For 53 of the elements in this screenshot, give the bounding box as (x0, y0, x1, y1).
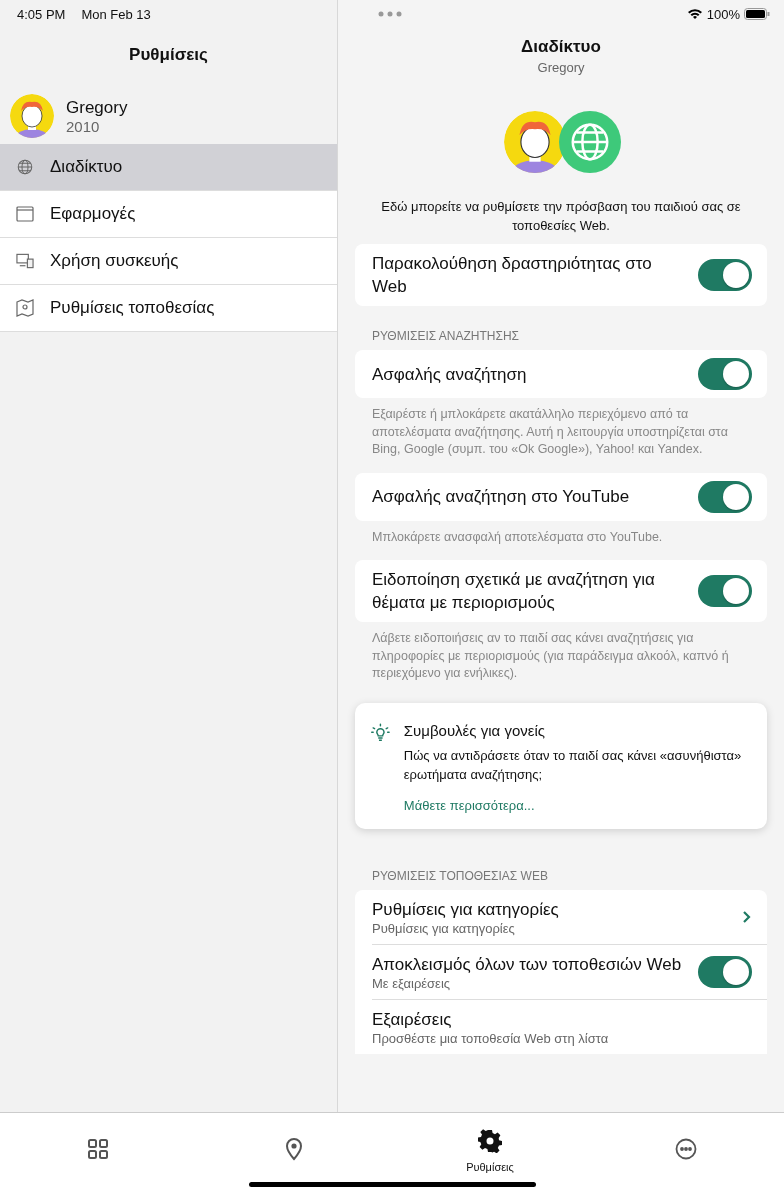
toggle-switch[interactable] (698, 480, 752, 513)
settings-row[interactable]: Εξαιρέσεις Προσθέστε μια τοποθεσία Web στη λίστα (372, 998, 767, 1054)
row-subtitle: Με εξαιρέσεις (372, 975, 452, 992)
settings-icon (478, 1128, 502, 1153)
map-pin-icon (16, 299, 34, 317)
toggle-switch[interactable] (698, 358, 752, 390)
dashboard-icon (87, 1138, 109, 1160)
devices-icon (16, 253, 34, 269)
row-title: Ρυθμίσεις για κατηγορίες (372, 898, 559, 921)
toggle-switch[interactable] (698, 259, 752, 291)
sidebar-title: Ρυθμίσεις (128, 44, 209, 66)
setting-label: Ειδοποίηση σχετικά με αναζήτηση για θέματα με περιορισμούς (372, 569, 656, 614)
date-text: Mon Feb 13 (81, 6, 151, 22)
tip-title: Συμβουλές για γονείς (403, 721, 546, 739)
page-title: Διαδίκτυο (520, 36, 602, 57)
globe-icon (16, 158, 34, 176)
avatar-icon (10, 94, 54, 138)
setting-note: Εξαιρέστε ή μπλοκάρετε ακατάλληλο περιεχόμενο από τα αποτελέσματα αναζήτησης. Αυτή η λειτουργία υποστηρίζεται στα Bing, Google (συμπ. του «Ok Google»), Yahoo! και Yandex. (372, 406, 729, 458)
window-icon (16, 206, 34, 222)
toggle-switch[interactable] (698, 956, 752, 988)
sidebar-item[interactable]: Διαδίκτυο (0, 144, 337, 190)
section-header: ΡΥΘΜΙΣΕΙΣ ΤΟΠΟΘΕΣΙΑΣ WEB (372, 868, 549, 883)
sidebar-item[interactable]: Εφαρμογές (0, 190, 337, 237)
setting-note: Μπλοκάρετε ανασφαλή αποτελέσματα στο YouTube. (372, 528, 664, 546)
settings-row[interactable]: Ρυθμίσεις για κατηγορίες Ρυθμίσεις για κατηγορίες (372, 889, 767, 944)
tip-text: Πώς να αντιδράσετε όταν το παιδί σας κάνει «ασυνήθιστα» ερωτήματα αναζήτησης; (403, 746, 743, 784)
setting-label: Παρακολούθηση δραστηριότητας στο Web (372, 253, 653, 298)
more-dots-icon (378, 11, 402, 17)
chevron-right-icon (742, 910, 752, 924)
battery-icon (744, 8, 770, 20)
description-text: Εδώ μπορείτε να ρυθμίσετε την πρόσβαση του παιδιού σας σε τοποθεσίες Web. (380, 198, 742, 235)
sidebar-item[interactable]: Ρυθμίσεις τοποθεσίας (0, 284, 337, 331)
more-icon (675, 1138, 697, 1160)
row-title: Εξαιρέσεις (372, 1008, 453, 1031)
profile-name: Gregory (66, 97, 128, 118)
wifi-icon (686, 8, 703, 20)
sidebar-item[interactable]: Χρήση συσκευής (0, 237, 337, 284)
setting-note: Λάβετε ειδοποιήσεις αν το παιδί σας κάνει αναζητήσεις για πληροφορίες με περιορισμούς (για παράδειγμα αλκοόλ, καπνό ή περιεχόμενο για ενήλικες). (372, 630, 730, 682)
setting-label: Ασφαλής αναζήτηση στο YouTube (372, 486, 630, 508)
setting-label: Ασφαλής αναζήτηση (372, 363, 527, 386)
page-subtitle: Gregory (536, 60, 586, 75)
row-title: Αποκλεισμός όλων των τοποθεσιών Web (372, 953, 682, 976)
learn-more-link[interactable]: Μάθετε περισσότερα... (403, 797, 535, 813)
settings-row[interactable]: Αποκλεισμός όλων των τοποθεσιών Web Με εξαιρέσεις (372, 943, 767, 999)
battery-percent: 100% (706, 6, 740, 22)
toggle-switch[interactable] (698, 575, 752, 607)
row-subtitle: Ρυθμίσεις για κατηγορίες (372, 920, 516, 937)
location-pin-icon (285, 1137, 303, 1161)
clock-time: 4:05 PM (17, 6, 66, 22)
tab-button[interactable]: Ρυθμίσεις (392, 1113, 588, 1194)
profile-year: 2010 (66, 117, 101, 135)
row-subtitle: Προσθέστε μια τοποθεσία Web στη λίστα (372, 1030, 609, 1047)
section-header: ΡΥΘΜΙΣΕΙΣ ΑΝΑΖΗΤΗΣΗΣ (372, 329, 520, 343)
